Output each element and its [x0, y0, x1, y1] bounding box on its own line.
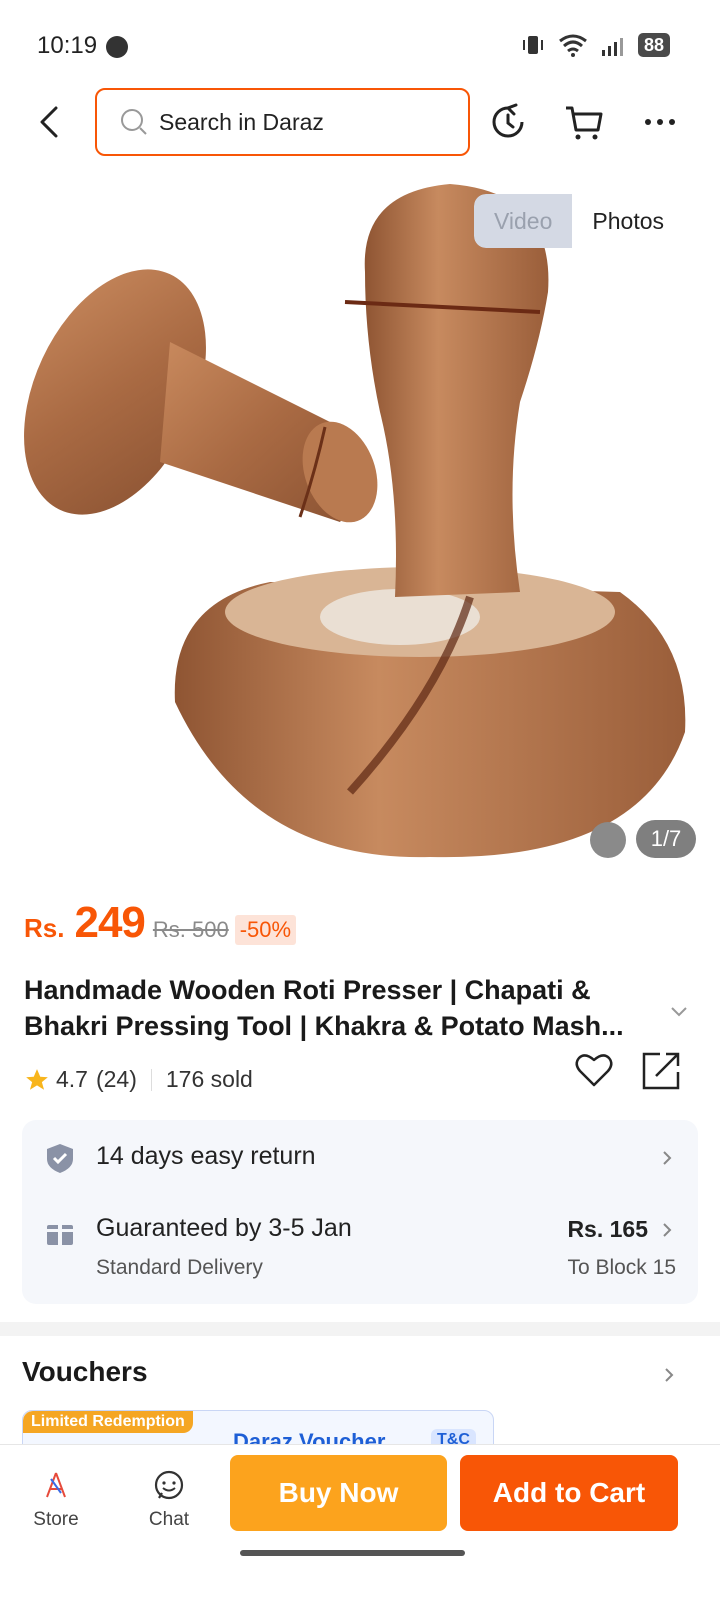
- status-bar: 10:19 88: [0, 0, 720, 88]
- history-icon[interactable]: [486, 100, 530, 144]
- delivery-fee: Rs. 165: [567, 1216, 648, 1242]
- buy-now-button[interactable]: Buy Now: [230, 1455, 447, 1531]
- delivery-type: Standard Delivery: [96, 1256, 263, 1279]
- service-card: 14 days easy return Guaranteed by 3-5 Ja…: [22, 1120, 698, 1304]
- store-logo-icon: [46, 1472, 66, 1498]
- search-placeholder: Search in Daraz: [159, 108, 324, 135]
- return-policy-row[interactable]: 14 days easy return: [22, 1120, 698, 1198]
- tab-photos[interactable]: Photos: [572, 194, 684, 248]
- search-input[interactable]: Search in Daraz: [95, 88, 470, 156]
- more-options-icon[interactable]: [638, 100, 682, 144]
- chevron-right-icon: [663, 1223, 672, 1237]
- add-to-cart-button[interactable]: Add to Cart: [460, 1455, 678, 1531]
- price-currency: Rs.: [24, 913, 65, 943]
- product-image-gallery[interactable]: Video Photos 1/7: [0, 172, 720, 878]
- battery-indicator: 88: [637, 33, 670, 57]
- delivery-guarantee: Guaranteed by 3-5 Jan: [96, 1214, 352, 1242]
- heart-icon[interactable]: [572, 1048, 616, 1092]
- status-time: 10:19: [37, 32, 98, 59]
- vouchers-heading[interactable]: Vouchers: [22, 1356, 148, 1388]
- chevron-right-icon[interactable]: [660, 1366, 678, 1384]
- shield-check-icon: [47, 1144, 73, 1173]
- chevron-right-icon: [663, 1151, 672, 1165]
- rating-value: 4.7: [56, 1066, 88, 1092]
- separator: [150, 1068, 152, 1091]
- wifi-icon: [559, 34, 587, 57]
- search-icon: [121, 109, 147, 135]
- header: Search in Daraz: [0, 88, 720, 156]
- back-arrow-icon[interactable]: [30, 102, 70, 142]
- sold-count: 176 sold: [165, 1066, 253, 1092]
- tab-video[interactable]: Video: [473, 194, 573, 248]
- rating-count[interactable]: (24): [96, 1066, 137, 1093]
- return-policy-text: 14 days easy return: [96, 1142, 316, 1170]
- gift-box-icon: [47, 1225, 73, 1245]
- image-page-indicator: 1/7: [636, 820, 696, 858]
- original-price: Rs. 500: [152, 917, 229, 942]
- home-indicator[interactable]: [240, 1550, 465, 1556]
- rating-row: 4.7 (24) 176 sold: [24, 1066, 253, 1093]
- signal-icon: [601, 38, 623, 56]
- cart-icon[interactable]: [562, 100, 606, 144]
- notification-icon: [106, 36, 128, 58]
- video-camera-icon[interactable]: [590, 822, 626, 858]
- chat-label: Chat: [148, 1509, 190, 1530]
- chat-icon: [154, 1470, 184, 1500]
- price-amount: 249: [74, 898, 145, 947]
- delivery-row[interactable]: Guaranteed by 3-5 Jan Standard Delivery …: [22, 1198, 698, 1304]
- discount-badge: -50%: [234, 915, 297, 945]
- product-image: [24, 184, 686, 858]
- price-row: Rs. 249 Rs. 500 -50%: [24, 898, 297, 948]
- bottom-action-bar: Store Chat Buy Now Add to Cart: [0, 1444, 720, 1600]
- limited-redemption-tag: Limited Redemption: [23, 1411, 193, 1433]
- chat-button[interactable]: Chat: [129, 1469, 209, 1531]
- status-icons: 88: [520, 32, 670, 58]
- store-label: Store: [33, 1509, 79, 1530]
- delivery-destination: To Block 15: [567, 1256, 676, 1279]
- vibrate-icon: [522, 36, 543, 54]
- chevron-down-icon[interactable]: [668, 1000, 690, 1022]
- star-icon: [26, 1068, 48, 1090]
- store-button[interactable]: Store: [16, 1469, 96, 1531]
- product-title[interactable]: Handmade Wooden Roti Presser | Chapati &…: [24, 972, 654, 1044]
- section-divider: [0, 1322, 720, 1336]
- media-toggle: Video Photos: [473, 194, 684, 248]
- share-icon[interactable]: [640, 1048, 684, 1092]
